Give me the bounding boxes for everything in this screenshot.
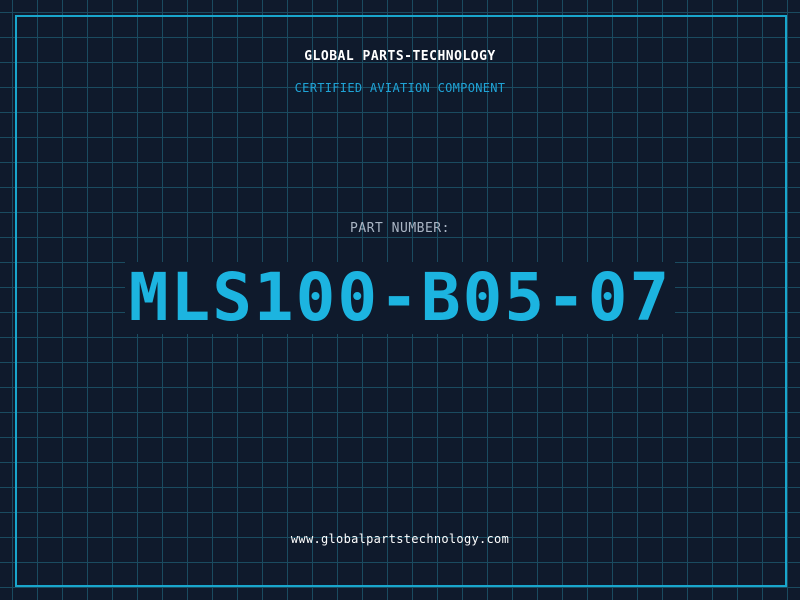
company-name: GLOBAL PARTS-TECHNOLOGY	[304, 49, 496, 64]
part-card: GLOBAL PARTS-TECHNOLOGY CERTIFIED AVIATI…	[0, 0, 800, 600]
part-number-container: MLS100-B05-07	[0, 262, 800, 334]
part-number-label: PART NUMBER:	[350, 221, 450, 236]
website-url: www.globalpartstechnology.com	[290, 532, 510, 546]
part-number: MLS100-B05-07	[124, 262, 676, 334]
tagline: CERTIFIED AVIATION COMPONENT	[294, 81, 506, 95]
